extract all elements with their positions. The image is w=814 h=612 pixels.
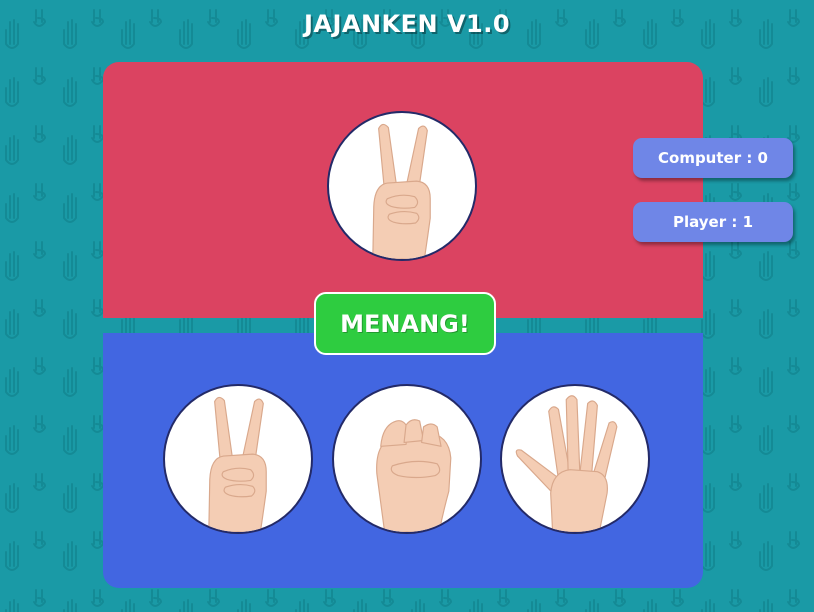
scissors-hand-icon <box>208 396 267 532</box>
scissors-hand-icon <box>372 123 431 259</box>
player-score-badge: Player : 1 <box>633 202 793 242</box>
player-panel <box>103 333 703 588</box>
choice-scissors-button[interactable] <box>163 384 313 534</box>
computer-score-badge: Computer : 0 <box>633 138 793 178</box>
result-badge: MENANG! <box>314 292 496 355</box>
computer-choice <box>327 111 477 261</box>
choice-paper-button[interactable] <box>500 384 650 534</box>
rock-fist-icon <box>376 419 452 532</box>
computer-panel <box>103 62 703 318</box>
game-title: JAJANKEN V1.0 <box>303 10 511 38</box>
choice-rock-button[interactable] <box>332 384 482 534</box>
paper-open-hand-icon <box>515 395 618 532</box>
